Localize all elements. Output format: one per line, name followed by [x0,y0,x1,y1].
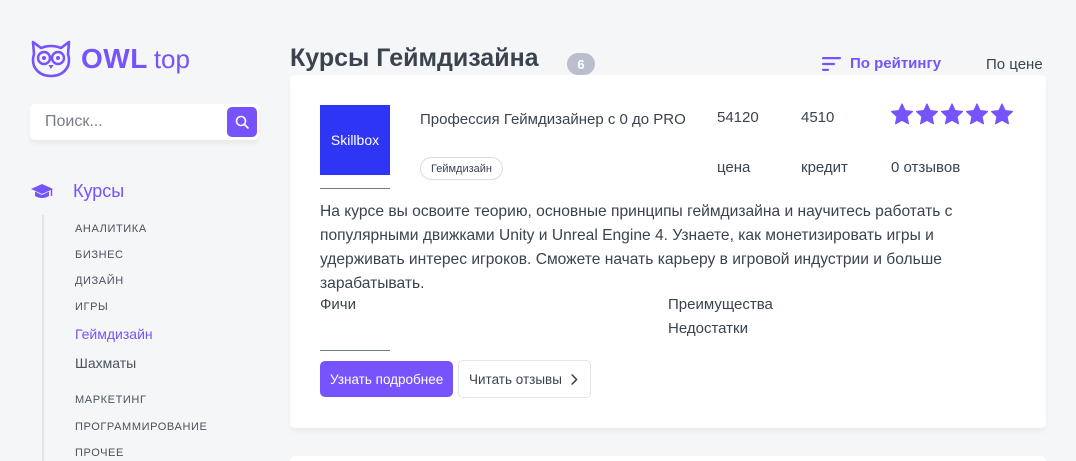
credit-label: кредит [801,159,848,176]
logo[interactable]: OWL top [30,40,190,78]
chevron-right-icon [571,373,578,385]
features-label: Фичи [320,296,356,313]
star-icon[interactable] [965,103,989,126]
sort-by-price[interactable]: По цене [986,56,1043,73]
star-icon[interactable] [890,103,914,126]
menu-tree-line [42,215,44,461]
sort-rating-label: По рейтингу [850,55,942,72]
star-icon[interactable] [990,103,1014,126]
sidebar-item-gamedesign[interactable]: Геймдизайн [75,326,153,342]
advantages-label: Преимущества [668,296,773,313]
course-count-badge: 6 [567,53,595,75]
search-button[interactable] [227,107,257,137]
sort-by-rating[interactable]: По рейтингу [822,55,941,72]
menu-section-label: Курсы [73,181,125,201]
course-credit: 4510 [801,109,835,126]
sidebar-item-business[interactable]: Бизнес [75,249,124,261]
search-box [30,104,259,140]
sidebar-item-design[interactable]: Дизайн [75,275,124,287]
reviews-count: 0 отзывов [891,159,961,176]
price-label: цена [717,159,751,176]
sidebar-item-programming[interactable]: Программирование [75,421,207,433]
course-card: Skillbox Профессия Геймдизайнер с 0 до P… [290,75,1046,428]
read-reviews-button[interactable]: Читать отзывы [458,360,591,398]
logo-name: OWL [81,43,148,74]
graduation-cap-icon [31,183,53,198]
menu-section-courses[interactable]: Курсы [30,181,124,202]
search-icon [235,115,249,129]
owl-logo-icon [31,40,71,78]
sidebar-item-games[interactable]: Игры [75,301,108,313]
sidebar-item-other[interactable]: Прочее [75,447,124,459]
learn-more-button[interactable]: Узнать подробнее [320,361,454,397]
divider [320,350,390,351]
course-tag: Геймдизайн [420,157,503,180]
course-title: Профессия Геймдизайнер с 0 до PRO [420,111,686,128]
logo-suffix: top [153,44,190,74]
next-course-card [290,456,1046,461]
divider [320,188,390,189]
sort-icon [822,56,841,71]
course-description: На курсе вы освоите теорию, основные при… [320,203,953,292]
sidebar: OWL top Курсы Аналитика Бизнес Дизайн Иг… [0,0,270,461]
page-title: Курсы Геймдизайна [290,44,539,72]
sidebar-item-analytics[interactable]: Аналитика [75,223,147,235]
search-input[interactable] [30,104,220,140]
rating-stars[interactable] [890,103,1015,126]
read-reviews-label: Читать отзывы [469,371,562,387]
star-icon[interactable] [915,103,939,126]
course-logo: Skillbox [320,105,390,175]
disadvantages-label: Недостатки [668,320,748,337]
sidebar-item-marketing[interactable]: Маркетинг [75,394,147,406]
course-price: 54120 [717,109,759,126]
sidebar-item-chess[interactable]: Шахматы [75,355,136,371]
star-icon[interactable] [940,103,964,126]
